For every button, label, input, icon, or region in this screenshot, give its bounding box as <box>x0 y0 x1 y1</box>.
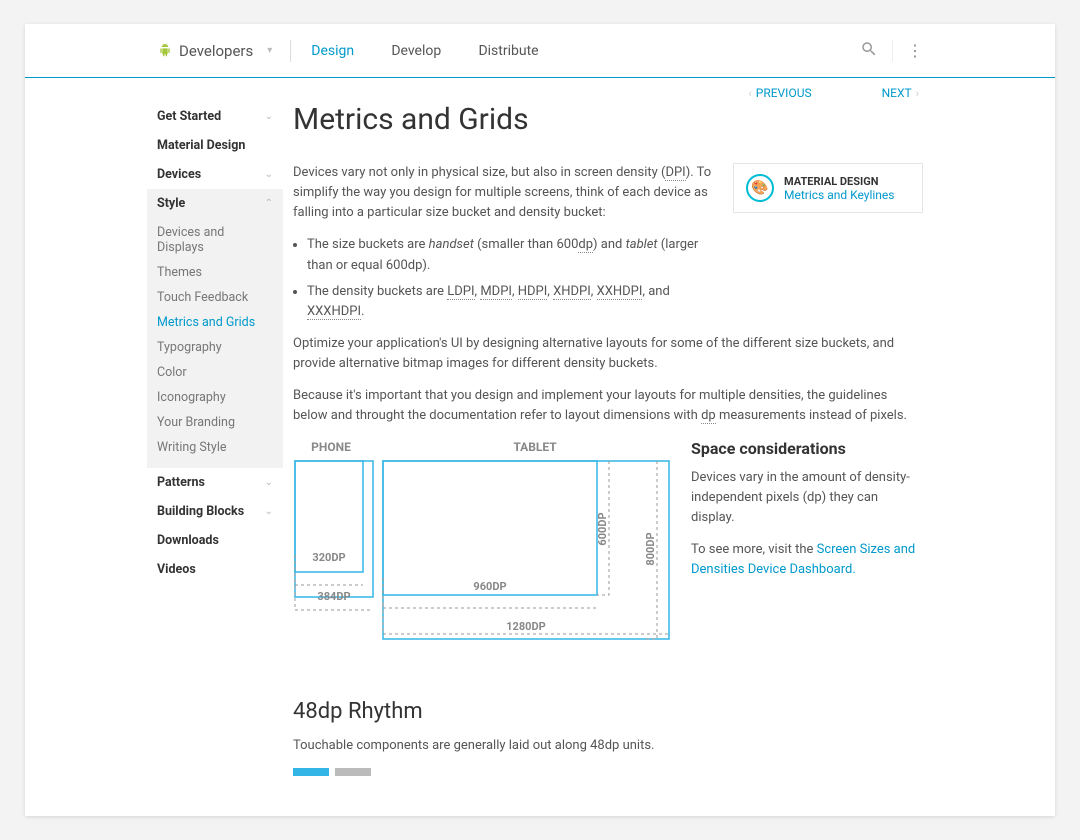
pager-previous[interactable]: ‹PREVIOUS <box>744 86 811 100</box>
nav: Design Develop Distribute <box>311 43 572 59</box>
sidebar-patterns[interactable]: Patterns⌄ <box>157 468 273 497</box>
size-buckets-figure: PHONE TABLET 320DP 384DP 960DP 600DP <box>293 439 673 649</box>
space-p2: To see more, visit the Screen Sizes and … <box>691 540 923 580</box>
brand[interactable]: Developers <box>157 42 253 60</box>
chevron-up-icon: ⌃ <box>265 198 273 209</box>
sidebar-writing-style[interactable]: Writing Style <box>157 435 273 460</box>
brand-label: Developers <box>179 42 253 60</box>
svg-text:384DP: 384DP <box>317 590 350 603</box>
main-content: ‹PREVIOUS NEXT› Metrics and Grids Device… <box>273 78 923 776</box>
page-title: Metrics and Grids <box>293 102 923 137</box>
md-card-link[interactable]: Metrics and Keylines <box>784 188 894 202</box>
sidebar-themes[interactable]: Themes <box>157 260 273 285</box>
sidebar-building-blocks[interactable]: Building Blocks⌄ <box>157 497 273 526</box>
sidebar: Get Started⌄ Material Design Devices⌄ St… <box>157 78 273 776</box>
sidebar-material-design[interactable]: Material Design <box>157 131 273 160</box>
material-design-card[interactable]: 🎨 MATERIAL DESIGN Metrics and Keylines <box>733 163 923 213</box>
more-icon[interactable]: ⋮ <box>907 41 923 60</box>
nav-develop[interactable]: Develop <box>391 43 441 59</box>
body-paragraph: Because it's important that you design a… <box>293 386 923 426</box>
svg-text:1280DP: 1280DP <box>506 620 545 633</box>
sidebar-videos[interactable]: Videos <box>157 555 273 584</box>
svg-text:PHONE: PHONE <box>311 440 351 454</box>
sidebar-iconography[interactable]: Iconography <box>157 385 273 410</box>
chevron-down-icon: ⌄ <box>265 477 273 488</box>
sidebar-style-children: Devices and Displays Themes Touch Feedba… <box>147 218 283 468</box>
intro-paragraph: Devices vary not only in physical size, … <box>293 163 713 223</box>
chevron-down-icon: ⌄ <box>265 506 273 517</box>
space-heading: Space considerations <box>691 439 923 458</box>
sidebar-devices[interactable]: Devices⌄ <box>157 160 273 189</box>
list-item: The size buckets are handset (smaller th… <box>307 235 713 275</box>
chevron-right-icon: › <box>916 87 919 100</box>
header: Developers ▾ Design Develop Distribute ⋮ <box>25 24 1055 78</box>
md-card-title: MATERIAL DESIGN <box>784 175 894 188</box>
svg-text:TABLET: TABLET <box>513 440 557 454</box>
space-considerations: Space considerations Devices vary in the… <box>691 439 923 649</box>
rhythm-p1: Touchable components are generally laid … <box>293 736 923 756</box>
list-item: The density buckets are LDPI, MDPI, HDPI… <box>307 282 713 322</box>
sidebar-style[interactable]: Style⌃ <box>147 189 283 218</box>
sidebar-color[interactable]: Color <box>157 360 273 385</box>
chevron-down-icon: ⌄ <box>265 169 273 180</box>
material-design-icon: 🎨 <box>746 174 774 202</box>
rhythm-heading: 48dp Rhythm <box>293 699 923 724</box>
space-p1: Devices vary in the amount of density-in… <box>691 468 923 528</box>
pager: ‹PREVIOUS NEXT› <box>293 86 923 100</box>
pager-next[interactable]: NEXT› <box>882 86 923 100</box>
search-icon[interactable] <box>860 40 878 62</box>
sidebar-devices-displays[interactable]: Devices and Displays <box>157 220 273 260</box>
chevron-down-icon: ⌄ <box>265 111 273 122</box>
rhythm-swatches <box>293 768 923 776</box>
body-paragraph: Optimize your application's UI by design… <box>293 334 923 374</box>
divider <box>892 40 893 62</box>
android-icon <box>157 42 173 60</box>
nav-distribute[interactable]: Distribute <box>478 43 538 59</box>
sidebar-metrics-grids[interactable]: Metrics and Grids <box>157 310 273 335</box>
sidebar-get-started[interactable]: Get Started⌄ <box>157 102 273 131</box>
svg-text:320DP: 320DP <box>312 551 345 564</box>
sidebar-downloads[interactable]: Downloads <box>157 526 273 555</box>
brand-chevron-icon[interactable]: ▾ <box>267 45 272 56</box>
nav-design[interactable]: Design <box>311 43 354 59</box>
chevron-left-icon: ‹ <box>748 87 751 100</box>
sidebar-your-branding[interactable]: Your Branding <box>157 410 273 435</box>
intro-list: The size buckets are handset (smaller th… <box>293 235 713 322</box>
svg-text:960DP: 960DP <box>473 580 506 593</box>
svg-text:600DP: 600DP <box>596 512 609 545</box>
sidebar-typography[interactable]: Typography <box>157 335 273 360</box>
svg-text:800DP: 800DP <box>644 532 657 565</box>
divider <box>290 40 291 62</box>
sidebar-touch-feedback[interactable]: Touch Feedback <box>157 285 273 310</box>
